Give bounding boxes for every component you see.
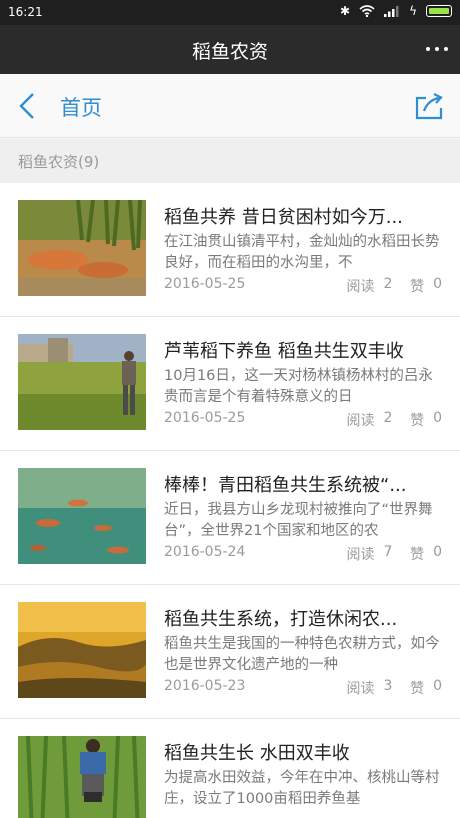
read-count: 7 <box>383 544 393 560</box>
article-list: 稻鱼共养 昔日贫困村如今万... 在江油贯山镇清平村，金灿灿的水稻田长势良好，而… <box>0 183 460 818</box>
like-label: 赞 <box>410 413 425 429</box>
article-item[interactable]: 稻鱼共养 昔日贫困村如今万... 在江油贯山镇清平村，金灿灿的水稻田长势良好，而… <box>0 183 460 317</box>
read-count: 2 <box>383 410 393 426</box>
article-summary: 在江油贯山镇清平村，金灿灿的水稻田长势良好，而在稻田的水沟里，不 <box>164 234 440 271</box>
like-count: 0 <box>433 544 442 560</box>
article-title: 芦苇稻下养鱼 稻鱼共生双丰收 <box>164 341 404 362</box>
article-summary: 稻鱼共生是我国的一种特色农耕方式，如今也是世界文化遗产地的一种 <box>164 636 440 673</box>
article-title: 棒棒！青田稻鱼共生系统被“... <box>164 475 407 496</box>
like-label: 赞 <box>410 681 425 697</box>
article-item[interactable]: 芦苇稻下养鱼 稻鱼共生双丰收 10月16日，这一天对杨林镇杨林村的吕永贵而言是个… <box>0 317 460 451</box>
like-count: 0 <box>433 410 442 426</box>
article-meta: 2016-05-25 阅读 2 赞 0 <box>164 410 442 430</box>
section-title: 稻鱼农资(9) <box>18 153 100 171</box>
article-stats: 阅读 2 赞 0 <box>347 410 442 430</box>
like-count: 0 <box>433 678 442 694</box>
article-summary: 为提高水田效益，今年在中冲、核桃山等村庄，设立了1000亩稻田养鱼基 <box>164 770 440 807</box>
nav-bar: 首页 <box>0 74 460 138</box>
article-item[interactable]: 稻鱼共生长 水田双丰收 为提高水田效益，今年在中冲、核桃山等村庄，设立了1000… <box>0 719 460 818</box>
article-stats: 阅读 2 赞 0 <box>347 276 442 296</box>
nav-title-home[interactable]: 首页 <box>60 92 102 122</box>
article-date: 2016-05-25 <box>164 276 246 292</box>
article-stats: 阅读 7 赞 0 <box>347 544 442 564</box>
signal-icon <box>384 6 399 17</box>
read-count: 2 <box>383 276 393 292</box>
article-title: 稻鱼共生系统，打造休闲农... <box>164 609 398 630</box>
article-thumbnail <box>18 200 146 296</box>
article-meta: 2016-05-25 阅读 2 赞 0 <box>164 276 442 296</box>
app-title: 稻鱼农资 <box>191 41 268 63</box>
article-date: 2016-05-23 <box>164 678 246 694</box>
article-stats: 阅读 3 赞 0 <box>347 678 442 698</box>
charging-icon: ϟ <box>409 4 417 18</box>
read-label: 阅读 <box>346 681 375 697</box>
article-item[interactable]: 棒棒！青田稻鱼共生系统被“... 近日，我县方山乡龙现村被推向了“世界舞台”，全… <box>0 451 460 585</box>
read-label: 阅读 <box>346 413 375 429</box>
article-date: 2016-05-25 <box>164 410 246 426</box>
read-label: 阅读 <box>346 279 375 295</box>
status-bar: 16:21 ✱ ϟ <box>0 0 460 25</box>
article-summary: 10月16日，这一天对杨林镇杨林村的吕永贵而言是个有着特殊意义的日 <box>164 368 433 405</box>
article-thumbnail <box>18 334 146 430</box>
title-bar: 稻鱼农资 <box>0 25 460 74</box>
like-label: 赞 <box>410 279 425 295</box>
article-item[interactable]: 稻鱼共生系统，打造休闲农... 稻鱼共生是我国的一种特色农耕方式，如今也是世界文… <box>0 585 460 719</box>
article-meta: 2016-05-23 阅读 3 赞 0 <box>164 678 442 698</box>
more-icon[interactable] <box>426 47 448 51</box>
chevron-left-icon[interactable] <box>18 92 36 120</box>
wifi-icon <box>359 5 375 17</box>
article-title: 稻鱼共生长 水田双丰收 <box>164 743 350 764</box>
like-count: 0 <box>433 276 442 292</box>
article-meta: 2016-05-24 阅读 7 赞 0 <box>164 544 442 564</box>
status-time: 16:21 <box>8 5 43 19</box>
section-header: 稻鱼农资(9) <box>0 139 460 183</box>
article-thumbnail <box>18 602 146 698</box>
article-thumbnail <box>18 736 146 818</box>
article-thumbnail <box>18 468 146 564</box>
article-title: 稻鱼共养 昔日贫困村如今万... <box>164 207 403 228</box>
bluetooth-icon: ✱ <box>340 4 351 18</box>
status-icons: ✱ ϟ <box>340 4 452 18</box>
battery-icon <box>426 5 452 17</box>
like-label: 赞 <box>410 547 425 563</box>
read-label: 阅读 <box>346 547 375 563</box>
article-date: 2016-05-24 <box>164 544 246 560</box>
read-count: 3 <box>383 678 393 694</box>
article-summary: 近日，我县方山乡龙现村被推向了“世界舞台”，全世界21个国家和地区的农 <box>164 502 433 539</box>
share-icon[interactable] <box>414 92 444 120</box>
